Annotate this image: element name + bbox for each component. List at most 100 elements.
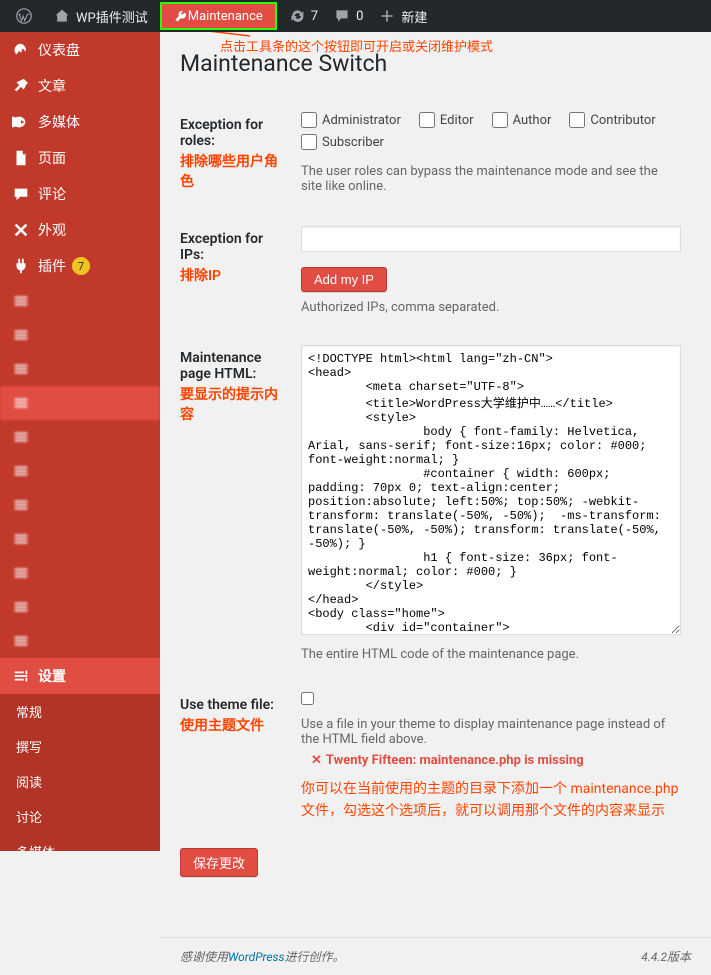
admin-bar: WP插件测试 Maintenance 7 0 新建: [0, 0, 711, 32]
roles-label-zh: 排除哪些用户角色: [180, 151, 281, 191]
sidebar-item[interactable]: 外观: [0, 212, 160, 248]
maintenance-html-textarea[interactable]: <!DOCTYPE html><html lang="zh-CN"> <head…: [301, 345, 681, 635]
role-checkbox-contributor[interactable]: Contributor: [569, 112, 655, 128]
role-label: Editor: [440, 113, 474, 128]
sidebar-item[interactable]: 插件7: [0, 248, 160, 284]
sidebar-item[interactable]: [0, 590, 160, 624]
role-checkbox-author[interactable]: Author: [492, 112, 552, 128]
roles-checkbox-group: Administrator Editor Author Contributor Subs…: [301, 112, 681, 156]
role-checkbox-input[interactable]: [492, 112, 508, 128]
wordpress-link[interactable]: WordPress: [228, 950, 285, 964]
role-checkbox-input[interactable]: [569, 112, 585, 128]
menu-icon: [12, 564, 30, 582]
menu-icon: [12, 530, 30, 548]
sidebar-subitem[interactable]: 讨论: [0, 799, 160, 834]
roles-label: Exception for roles:: [180, 117, 263, 149]
site-name-text: WP插件测试: [76, 7, 148, 26]
theme-description: Use a file in your theme to display main…: [301, 717, 681, 747]
sidebar-item-label: 设置: [38, 666, 66, 686]
theme-label: Use theme file:: [180, 697, 274, 713]
menu-icon: [12, 326, 30, 344]
sidebar-subitem[interactable]: 多媒体: [0, 834, 160, 851]
site-name[interactable]: WP插件测试: [46, 0, 156, 32]
appearance-icon: [12, 221, 30, 239]
ips-input[interactable]: [301, 226, 681, 252]
sidebar-item[interactable]: [0, 556, 160, 590]
role-label: Contributor: [590, 113, 655, 128]
role-label: Author: [513, 113, 552, 128]
maintenance-toggle-button[interactable]: Maintenance: [160, 2, 277, 30]
new-label: 新建: [401, 7, 427, 26]
role-checkbox-administrator[interactable]: Administrator: [301, 112, 401, 128]
save-changes-button[interactable]: 保存更改: [180, 848, 258, 877]
sidebar-item[interactable]: [0, 454, 160, 488]
sidebar-subitem[interactable]: 撰写: [0, 729, 160, 764]
sidebar-item[interactable]: [0, 522, 160, 556]
sidebar-item[interactable]: [0, 488, 160, 522]
menu-icon: [12, 496, 30, 514]
html-description: The entire HTML code of the maintenance …: [301, 647, 681, 662]
settings-form: Exception for roles:排除哪些用户角色 Administrat…: [180, 97, 691, 838]
role-checkbox-subscriber[interactable]: Subscriber: [301, 134, 384, 150]
maintenance-label: Maintenance: [188, 9, 263, 24]
main-content: Maintenance Switch Exception for roles:排…: [160, 0, 711, 917]
role-checkbox-input[interactable]: [419, 112, 435, 128]
settings-icon: [12, 667, 30, 685]
roles-description: The user roles can bypass the maintenanc…: [301, 164, 681, 194]
menu-icon: [12, 462, 30, 480]
sidebar-item-label: 外观: [38, 220, 66, 240]
pin-icon: [12, 77, 30, 95]
menu-icon: [12, 428, 30, 446]
dashboard-icon: [12, 41, 30, 59]
media-icon: [12, 113, 30, 131]
sidebar-item[interactable]: [0, 386, 160, 420]
comments-count: 0: [356, 9, 363, 24]
sidebar-item[interactable]: [0, 318, 160, 352]
ips-description: Authorized IPs, comma separated.: [301, 300, 681, 315]
footer-credit: 感谢使用WordPress进行创作。: [180, 948, 345, 965]
menu-icon: [12, 632, 30, 650]
theme-missing-warning: ✕Twenty Fifteen: maintenance.php is miss…: [311, 753, 681, 768]
role-checkbox-input[interactable]: [301, 112, 317, 128]
theme-label-zh: 使用主题文件: [180, 715, 281, 735]
sidebar-item[interactable]: [0, 352, 160, 386]
role-checkbox-editor[interactable]: Editor: [419, 112, 474, 128]
sidebar-item-label: 多媒体: [38, 112, 80, 132]
theme-usage-note: 你可以在当前使用的主题的目录下添加一个 maintenance.php 文件，勾…: [301, 778, 681, 823]
role-checkbox-input[interactable]: [301, 134, 317, 150]
sidebar-item-label: 仪表盘: [38, 40, 80, 60]
footer-version: 4.4.2版本: [641, 948, 691, 965]
page-icon: [12, 149, 30, 167]
sidebar-subitem[interactable]: 常规: [0, 694, 160, 729]
close-icon: ✕: [311, 753, 322, 768]
sidebar-item[interactable]: [0, 420, 160, 454]
update-badge: 7: [72, 257, 90, 275]
updates-count: 7: [311, 9, 318, 24]
new-content-button[interactable]: 新建: [371, 0, 435, 32]
sidebar-item[interactable]: 仪表盘: [0, 32, 160, 68]
sidebar-item[interactable]: 设置: [0, 658, 160, 694]
add-my-ip-button[interactable]: Add my IP: [301, 267, 387, 292]
sidebar-item[interactable]: 评论: [0, 176, 160, 212]
ips-label-zh: 排除IP: [180, 265, 281, 285]
sidebar-item-label: 评论: [38, 184, 66, 204]
comment-icon: [12, 185, 30, 203]
updates-indicator[interactable]: 7: [281, 0, 326, 32]
html-label-zh: 要显示的提示内容: [180, 384, 281, 424]
menu-icon: [12, 598, 30, 616]
sidebar-item[interactable]: [0, 624, 160, 658]
use-theme-file-checkbox[interactable]: [301, 692, 314, 705]
sidebar-item-label: 文章: [38, 76, 66, 96]
sidebar-item[interactable]: 文章: [0, 68, 160, 104]
sidebar-item-label: 页面: [38, 148, 66, 168]
sidebar-item[interactable]: 页面: [0, 140, 160, 176]
wp-logo[interactable]: [8, 0, 46, 32]
role-label: Administrator: [322, 113, 401, 128]
sidebar-item[interactable]: 多媒体: [0, 104, 160, 140]
plugin-icon: [12, 257, 30, 275]
sidebar-item[interactable]: [0, 284, 160, 318]
comments-indicator[interactable]: 0: [326, 0, 371, 32]
sidebar-subitem[interactable]: 阅读: [0, 764, 160, 799]
user-menu[interactable]: [687, 0, 703, 32]
admin-footer: 感谢使用WordPress进行创作。 4.4.2版本: [160, 937, 711, 975]
